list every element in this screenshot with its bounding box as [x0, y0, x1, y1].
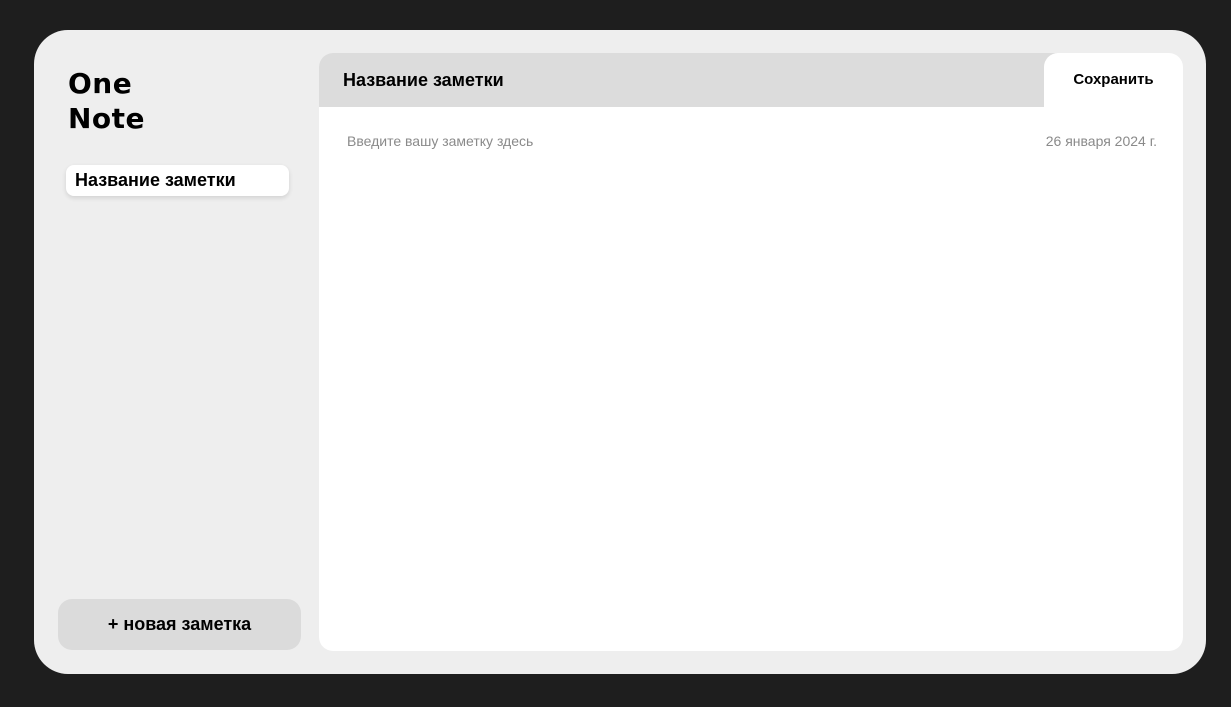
- logo-line-one: One: [68, 67, 133, 100]
- new-note-button[interactable]: + новая заметка: [58, 599, 301, 650]
- note-title-input[interactable]: Название заметки: [343, 53, 504, 107]
- sidebar: One Note Название заметки + новая заметк…: [34, 30, 319, 674]
- note-body-input[interactable]: Введите вашу заметку здесь: [347, 133, 533, 149]
- note-list: Название заметки: [66, 165, 289, 196]
- app-window: One Note Название заметки + новая заметк…: [34, 30, 1206, 674]
- note-editor: Название заметки Сохранить Введите вашу …: [319, 53, 1183, 651]
- note-list-item[interactable]: Название заметки: [66, 165, 289, 196]
- app-logo: One Note: [68, 66, 145, 136]
- save-button[interactable]: Сохранить: [1044, 53, 1183, 107]
- note-date: 26 января 2024 г.: [1045, 133, 1157, 149]
- editor-header: Название заметки Сохранить: [319, 53, 1183, 107]
- logo-line-two: Note: [68, 102, 146, 135]
